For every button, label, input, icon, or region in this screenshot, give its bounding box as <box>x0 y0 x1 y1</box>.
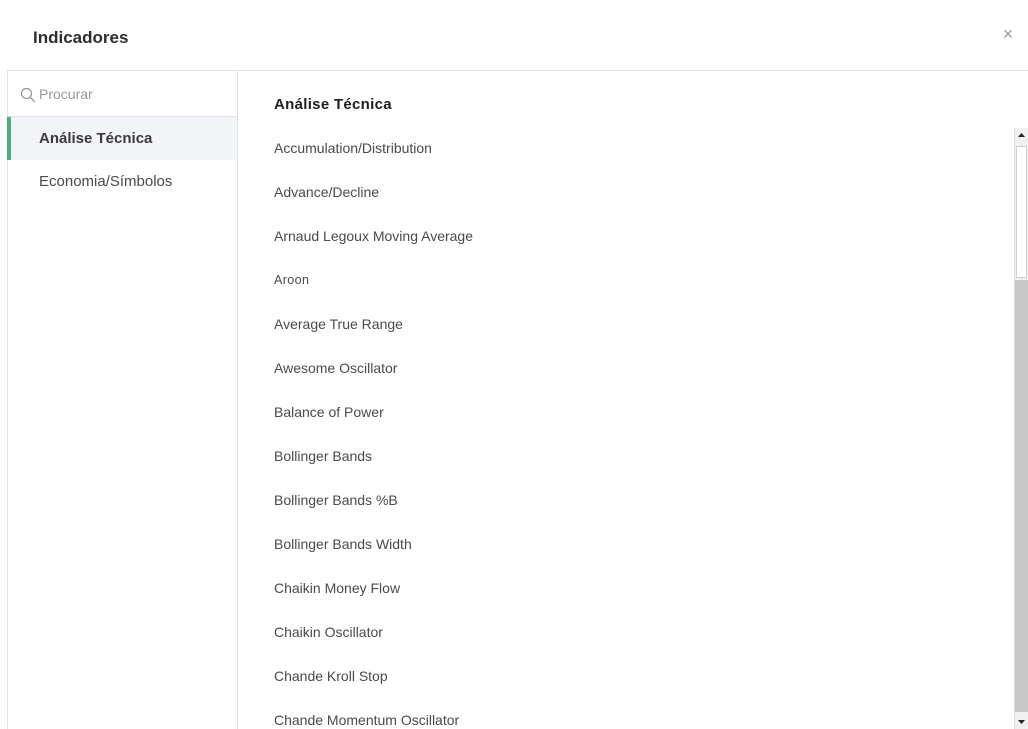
list-item[interactable]: Advance/Decline <box>238 170 1013 214</box>
dialog-title: Indicadores <box>33 28 129 47</box>
list-item[interactable]: Bollinger Bands <box>238 434 1013 478</box>
scroll-down-arrow-icon[interactable] <box>1015 715 1028 729</box>
list-item[interactable]: Chande Momentum Oscillator <box>238 698 1013 729</box>
vertical-scrollbar[interactable] <box>1014 128 1028 729</box>
list-item[interactable]: Chaikin Money Flow <box>238 566 1013 610</box>
indicator-list-panel: Análise Técnica Accumulation/Distributio… <box>238 71 1028 729</box>
list-item[interactable]: Bollinger Bands Width <box>238 522 1013 566</box>
scrollbar-track[interactable] <box>1015 280 1028 712</box>
list-item[interactable]: Average True Range <box>238 302 1013 346</box>
indicator-list: Accumulation/Distribution Advance/Declin… <box>238 126 1013 729</box>
scroll-up-arrow-icon[interactable] <box>1015 128 1028 142</box>
list-item[interactable]: Balance of Power <box>238 390 1013 434</box>
indicators-dialog: Indicadores × Análise Técnica Economia/S… <box>7 0 1028 729</box>
list-item[interactable]: Awesome Oscillator <box>238 346 1013 390</box>
search-box <box>8 71 237 117</box>
dialog-header: Indicadores × <box>7 0 1028 71</box>
list-item[interactable]: Bollinger Bands %B <box>238 478 1013 522</box>
search-input[interactable] <box>39 84 224 104</box>
scrollbar-thumb[interactable] <box>1016 146 1027 278</box>
list-item[interactable]: Chaikin Oscillator <box>238 610 1013 654</box>
list-item[interactable]: Arnaud Legoux Moving Average <box>238 214 1013 258</box>
list-item[interactable]: Accumulation/Distribution <box>238 126 1013 170</box>
list-item[interactable]: Chande Kroll Stop <box>238 654 1013 698</box>
section-title: Análise Técnica <box>274 96 392 113</box>
sidebar-item-analise-tecnica[interactable]: Análise Técnica <box>7 117 237 160</box>
list-item[interactable]: Aroon <box>238 258 1013 302</box>
close-icon[interactable]: × <box>998 24 1018 44</box>
sidebar: Análise Técnica Economia/Símbolos <box>7 71 238 729</box>
search-icon <box>20 87 36 103</box>
sidebar-item-economia-simbolos[interactable]: Economia/Símbolos <box>8 160 237 203</box>
